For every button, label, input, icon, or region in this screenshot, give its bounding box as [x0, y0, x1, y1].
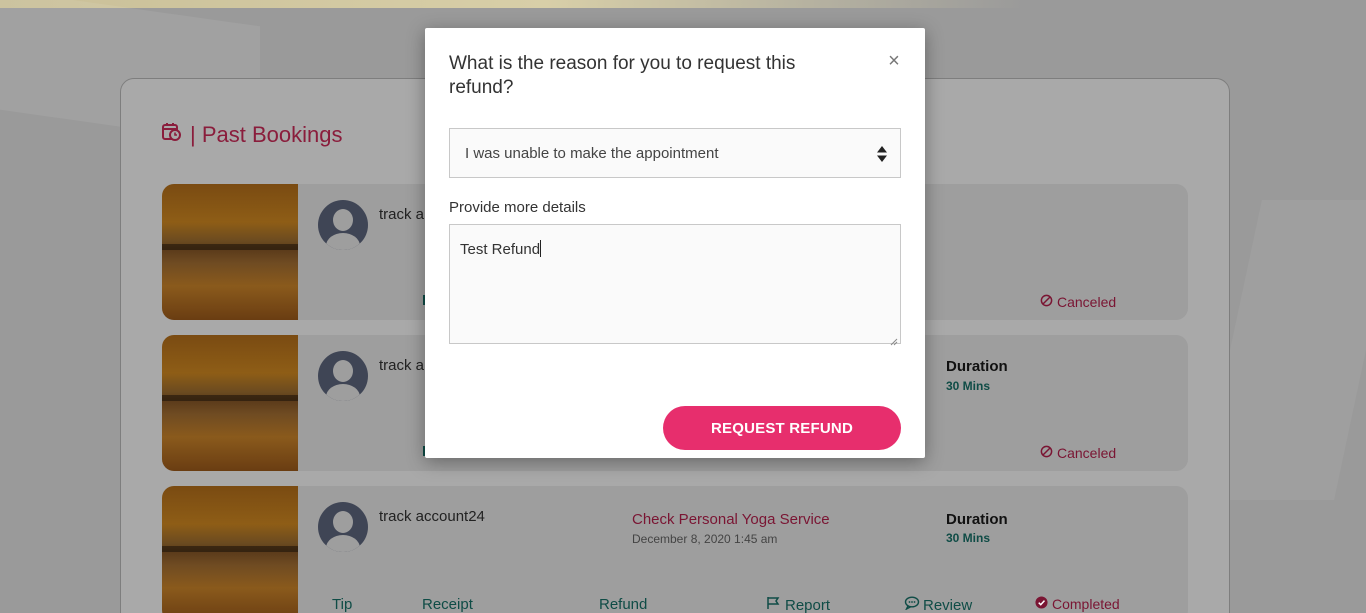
calendar-clock-icon [162, 122, 182, 148]
close-icon[interactable]: × [883, 50, 905, 72]
refund-link[interactable]: Refund [599, 596, 647, 613]
avatar [318, 200, 368, 250]
check-circle-icon [1035, 596, 1048, 612]
duration-label: Duration [946, 358, 1008, 375]
booking-thumbnail [162, 486, 298, 613]
booking-user: track a [379, 357, 425, 374]
status-badge: Canceled [1040, 294, 1116, 310]
refund-request-modal: What is the reason for you to request th… [425, 28, 925, 458]
avatar [318, 351, 368, 401]
resize-grip-icon[interactable] [890, 333, 898, 346]
sort-arrows-icon [876, 145, 888, 163]
duration-label: Duration [946, 511, 1008, 528]
booking-date: December 8, 2020 1:45 am [632, 532, 778, 546]
comment-icon [904, 596, 920, 613]
details-label: Provide more details [449, 199, 586, 216]
section-title: | Past Bookings [162, 122, 342, 148]
booking-card: track account24 Check Personal Yoga Serv… [162, 486, 1188, 613]
ban-icon [1040, 445, 1053, 461]
status-text: Canceled [1057, 294, 1117, 310]
review-link[interactable]: Review [904, 596, 972, 613]
details-text: Test Refund [460, 241, 541, 258]
booking-user: track account24 [379, 508, 485, 525]
status-badge: Canceled [1040, 445, 1116, 461]
request-refund-button[interactable]: REQUEST REFUND [663, 406, 901, 450]
report-label: Report [785, 596, 831, 613]
receipt-link[interactable]: Receipt [422, 596, 473, 613]
booking-thumbnail [162, 184, 298, 320]
refund-reason-select[interactable]: I was unable to make the appointment [449, 128, 901, 178]
section-title-text: | Past Bookings [190, 122, 343, 147]
ban-icon [1040, 294, 1053, 310]
report-link[interactable]: Report [766, 596, 830, 613]
status-text: Canceled [1057, 445, 1117, 461]
text-cursor [540, 240, 542, 257]
avatar [318, 502, 368, 552]
review-label: Review [923, 596, 973, 613]
tip-link[interactable]: Tip [332, 596, 352, 613]
service-name-link[interactable]: Check Personal Yoga Service [632, 511, 830, 528]
top-banner-strip [0, 0, 1366, 8]
duration-value: 30 Mins [946, 379, 991, 393]
details-textarea[interactable]: Test Refund [449, 224, 901, 346]
duration-value: 30 Mins [946, 531, 991, 545]
status-text: Completed [1052, 596, 1120, 612]
status-badge: Completed [1035, 596, 1120, 612]
flag-icon [766, 596, 782, 613]
booking-user: track a [379, 206, 425, 223]
modal-title: What is the reason for you to request th… [449, 53, 796, 98]
refund-reason-value: I was unable to make the appointment [465, 144, 719, 162]
booking-thumbnail [162, 335, 298, 471]
